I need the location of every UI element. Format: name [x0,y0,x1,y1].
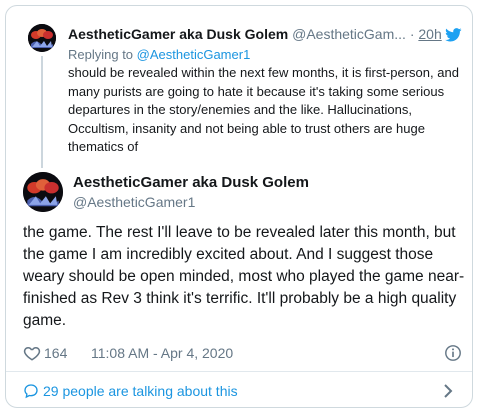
tweet-meta-row: 164 11:08 AM - Apr 4, 2020 [23,344,463,364]
replying-prefix: Replying to [68,47,134,62]
author-avatar[interactable] [23,172,63,212]
replying-to-line: Replying to @AestheticGamer1 [68,47,250,62]
author-handle[interactable]: @AestheticGamer1 [73,194,195,210]
embedded-tweet-card: AestheticGamer aka Dusk Golem @Aesthetic… [5,5,473,408]
chevron-right-icon[interactable] [442,383,454,399]
like-count[interactable]: 164 [44,345,67,361]
speech-bubble-icon [24,384,38,399]
replying-to-link[interactable]: @AestheticGamer1 [137,47,251,62]
info-icon[interactable] [444,344,462,362]
talking-count-text[interactable]: 29 people are talking about this [43,383,238,399]
tweet-text: the game. The rest I'll leave to be reve… [23,224,465,329]
parent-handle[interactable]: @AestheticGam... [292,26,406,42]
conversation-link[interactable]: 29 people are talking about this [6,372,472,407]
twitter-bird-icon[interactable] [445,28,462,42]
parent-tweet[interactable]: AestheticGamer aka Dusk Golem @Aesthetic… [6,6,472,168]
parent-tweet-text: should be revealed within the next few m… [68,65,459,154]
thread-connector-line [41,56,43,168]
parent-display-name[interactable]: AestheticGamer aka Dusk Golem [68,26,288,42]
parent-timestamp[interactable]: 20h [418,26,441,42]
parent-header: AestheticGamer aka Dusk Golem @Aesthetic… [68,26,463,44]
parent-separator: · [409,26,415,42]
heart-icon[interactable] [23,344,41,362]
tweet-timestamp[interactable]: 11:08 AM - Apr 4, 2020 [91,345,233,361]
parent-avatar[interactable] [28,24,56,52]
author-display-name[interactable]: AestheticGamer aka Dusk Golem [73,174,309,191]
